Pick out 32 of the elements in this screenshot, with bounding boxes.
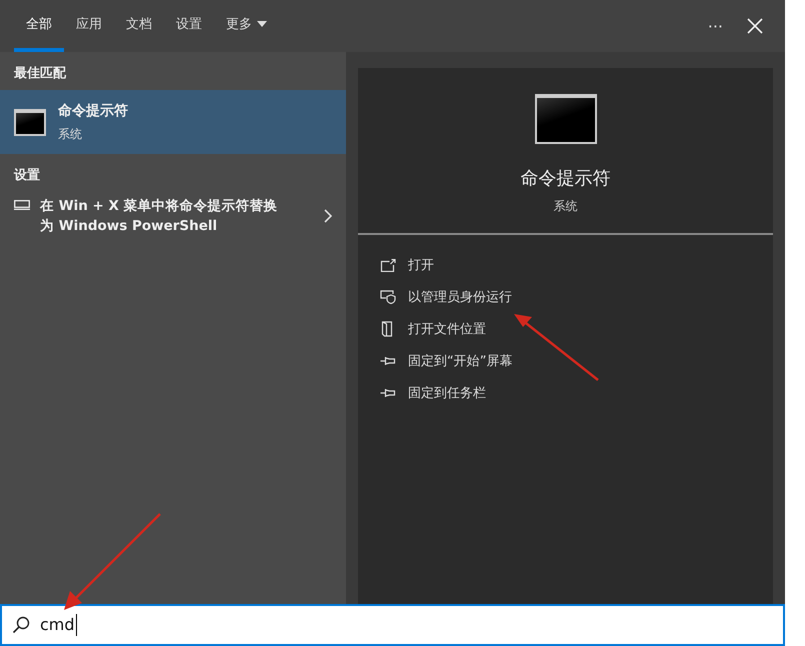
search-text: cmd bbox=[40, 614, 77, 636]
filter-tab[interactable]: 应用 bbox=[64, 0, 114, 52]
app-subtitle: 系统 bbox=[554, 198, 578, 215]
section-heading: 设置 bbox=[12, 167, 41, 185]
shield-icon bbox=[380, 290, 396, 304]
section-heading: 最佳匹配 bbox=[13, 65, 68, 83]
filter-tab[interactable]: 更多 bbox=[214, 0, 279, 52]
close-icon bbox=[747, 18, 763, 34]
action-item[interactable]: 固定到任务栏 bbox=[380, 377, 751, 409]
filter-tab[interactable]: 文档 bbox=[114, 0, 164, 52]
filter-tab[interactable]: 设置 bbox=[164, 0, 214, 52]
caret-icon bbox=[257, 21, 267, 27]
best-match-item[interactable]: 命令提示符 系统 bbox=[0, 90, 346, 154]
action-item[interactable]: 固定到“开始”屏幕 bbox=[380, 345, 751, 377]
open-window-icon bbox=[380, 258, 396, 272]
app-title: 命令提示符 bbox=[520, 167, 610, 190]
action-item[interactable]: 打开 bbox=[380, 249, 751, 281]
settings-result-text: 在 Win + X 菜单中将命令提示符替换为 Windows PowerShell bbox=[40, 197, 279, 236]
chevron-icon bbox=[324, 209, 332, 223]
result-title: 命令提示符 bbox=[58, 102, 128, 120]
action-item[interactable]: 打开文件位置 bbox=[380, 313, 751, 345]
pin-icon bbox=[380, 356, 396, 366]
search-icon bbox=[12, 616, 30, 634]
action-item[interactable]: 以管理员身份运行 bbox=[380, 281, 751, 313]
console-icon bbox=[14, 108, 46, 136]
monitor-icon bbox=[14, 200, 30, 210]
pin-icon bbox=[380, 388, 396, 398]
more-button[interactable]: ··· bbox=[696, 10, 735, 42]
result-subtitle: 系统 bbox=[58, 126, 83, 142]
console-icon bbox=[534, 94, 596, 144]
search-field[interactable]: cmd bbox=[0, 604, 785, 646]
settings-result[interactable]: 在 Win + X 菜单中将命令提示符替换为 Windows PowerShell bbox=[0, 192, 346, 240]
